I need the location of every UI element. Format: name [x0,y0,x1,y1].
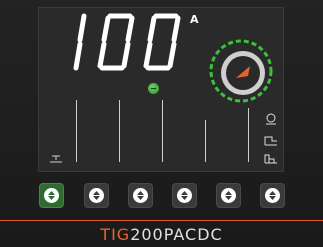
torch-icon [50,155,62,163]
button-3[interactable] [128,183,153,208]
up-down-arrows-icon [177,188,192,203]
welder-control-panel: A 100 [0,0,323,247]
scale-line [76,100,77,162]
up-down-arrows-icon [133,188,148,203]
square-wave-icon[interactable] [264,152,278,164]
button-5[interactable] [216,183,241,208]
up-down-arrows-icon [89,188,104,203]
unit-label: A [190,13,199,26]
up-down-arrows-icon [265,188,280,203]
pulse-wave-icon[interactable] [264,134,278,146]
model-suffix: 200PACDC [130,225,223,244]
up-down-arrows-icon [44,188,59,203]
button-4[interactable] [172,183,197,208]
current-readout [73,13,181,71]
scale-line [248,108,249,162]
model-prefix: TIG [100,225,131,244]
scale-line [119,100,120,162]
scale-line [205,120,206,162]
arc-ignition-icon[interactable] [264,113,278,125]
model-name: TIG200PACDC [0,225,323,244]
up-down-arrows-icon [221,188,236,203]
scale-line [162,100,163,162]
orange-knob-icon[interactable] [208,38,274,104]
button-2[interactable] [84,183,109,208]
button-1[interactable] [39,183,64,208]
status-led [148,83,159,94]
accent-divider [0,220,323,221]
button-6[interactable] [260,183,285,208]
